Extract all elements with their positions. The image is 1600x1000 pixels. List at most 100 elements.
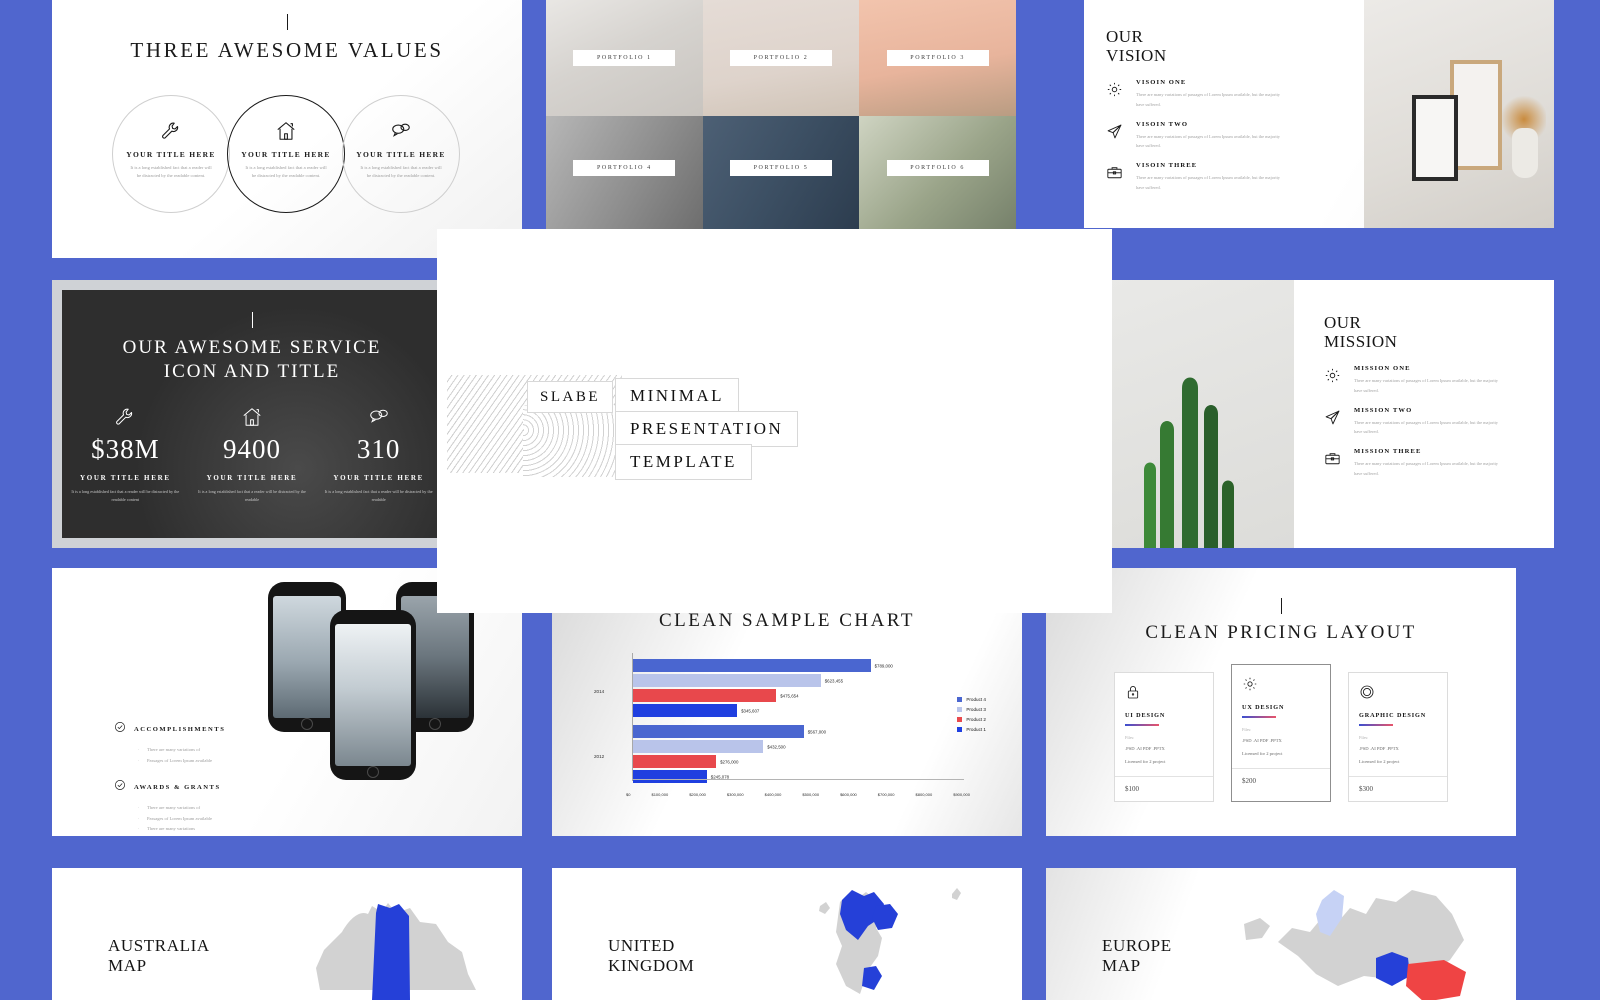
portfolio-grid: PORTFOLIO 1 PORTFOLIO 2 PORTFOLIO 3 PORT… — [546, 0, 1016, 232]
mission-list: MISSION ONE There are many variations of… — [1324, 365, 1536, 478]
portfolio-cell[interactable]: PORTFOLIO 3 — [859, 0, 1016, 116]
title-tick-decoration — [1280, 598, 1282, 614]
page-title: THREE AWESOME VALUES — [130, 38, 444, 62]
awards-heading-row: AWARDS & GRANTS — [114, 778, 334, 796]
accomplishments-content: ACCOMPLISHMENTS There are many variation… — [114, 708, 334, 835]
page-title-line2: MAP — [108, 955, 147, 975]
chart-x-tick: $100,000 — [651, 792, 669, 797]
chart-bar: $567,000 — [633, 725, 826, 738]
europe-map-graphic[interactable] — [1218, 872, 1498, 1000]
vision-item-text: VISOIN THREE There are many variations o… — [1136, 162, 1288, 192]
mission-item-text: MISSION TWO There are many variations of… — [1354, 407, 1506, 437]
legend-item[interactable]: Product 3 — [957, 707, 986, 712]
slide-united-kingdom-map[interactable]: UNITED KINGDOM — [552, 868, 1022, 1000]
pricing-card-name: GRAPHIC DESIGN — [1359, 712, 1427, 719]
home-icon — [275, 118, 297, 144]
portfolio-caption: PORTFOLIO 2 — [729, 50, 832, 66]
page-title: OUR VISION — [1106, 27, 1296, 65]
home-icon — [189, 404, 316, 430]
value-card-1[interactable]: YOUR TITLE HERE It is a long established… — [112, 95, 230, 213]
australia-map-graphic[interactable] — [224, 872, 504, 1000]
portfolio-caption: PORTFOLIO 4 — [573, 160, 676, 176]
slide-our-vision[interactable]: OUR VISION VISOIN ONE There are many var… — [1084, 0, 1554, 228]
chart-bar: $789,000 — [633, 659, 893, 672]
portfolio-cell[interactable]: PORTFOLIO 1 — [546, 0, 703, 116]
check-circle-icon — [114, 720, 126, 738]
title-line-3: TEMPLATE — [615, 444, 752, 480]
portfolio-cell[interactable]: PORTFOLIO 2 — [702, 0, 860, 116]
service-dark-panel: OUR AWESOME SERVICE ICON AND TITLE $38M … — [62, 290, 442, 538]
service-stat-desc: It is a long established fact that a rea… — [71, 488, 180, 502]
brand-name: SLABE — [527, 381, 614, 413]
legend-item[interactable]: Product 1 — [957, 727, 986, 732]
legend-swatch — [957, 717, 963, 722]
list-item: There are many variations of — [138, 745, 334, 756]
vision-item[interactable]: VISOIN TWO There are many variations of … — [1106, 121, 1296, 151]
chart-legend[interactable]: Product 4 Product 3 Product 2 Product 1 — [957, 697, 986, 737]
mission-item[interactable]: MISSION ONE There are many variations of… — [1324, 365, 1536, 395]
pricing-license: Licensed for 2 project — [1359, 759, 1400, 765]
portfolio-cell[interactable]: PORTFOLIO 4 — [546, 116, 703, 232]
slide-our-mission[interactable]: OUR MISSION MISSION ONE There are many v… — [1104, 280, 1554, 548]
service-stat-group: $38M YOUR TITLE HERE It is a long establ… — [62, 404, 442, 505]
service-stat[interactable]: 9400 YOUR TITLE HERE It is a long establ… — [189, 404, 316, 505]
value-card-desc: It is a long established fact that a rea… — [245, 165, 327, 178]
legend-item[interactable]: Product 4 — [957, 697, 986, 702]
paper-plane-icon — [1106, 121, 1126, 151]
value-card-title: YOUR TITLE HERE — [126, 150, 216, 159]
pricing-card-ui-design[interactable]: UI DESIGN Files: .PSD .AI PDF .PPTX Lice… — [1114, 672, 1214, 803]
title-overlay-card[interactable]: SLABE MINIMAL PRESENTATION TEMPLATE — [437, 229, 1112, 613]
mission-item[interactable]: MISSION THREE There are many variations … — [1324, 448, 1536, 478]
pricing-card-name: UX DESIGN — [1242, 704, 1285, 711]
pricing-files-label: Files: — [1242, 727, 1252, 732]
portfolio-cell[interactable]: PORTFOLIO 6 — [859, 116, 1016, 232]
legend-swatch — [957, 727, 963, 732]
slide-our-awesome-service[interactable]: OUR AWESOME SERVICE ICON AND TITLE $38M … — [52, 280, 452, 548]
chart-x-tick: $600,000 — [840, 792, 857, 797]
page-title-line2: VISION — [1106, 45, 1167, 65]
mission-content: OUR MISSION MISSION ONE There are many v… — [1324, 313, 1536, 490]
portfolio-cell[interactable]: PORTFOLIO 5 — [702, 116, 860, 232]
slide-header: THREE AWESOME VALUES — [52, 0, 522, 63]
legend-item[interactable]: Product 2 — [957, 717, 986, 722]
value-card-title: YOUR TITLE HERE — [356, 150, 446, 159]
chart-bar: $475,654 — [633, 689, 799, 702]
chart-bar: $276,000 — [633, 755, 738, 768]
slide-portfolio-grid[interactable]: PORTFOLIO 1 PORTFOLIO 2 PORTFOLIO 3 PORT… — [546, 0, 1016, 232]
slide-australia-map[interactable]: AUSTRALIA MAP — [52, 868, 522, 1000]
chart-bar-label: $345,607 — [741, 708, 760, 713]
gear-icon — [1324, 365, 1344, 395]
vision-item-heading: VISOIN THREE — [1136, 162, 1198, 170]
page-title-line2: MISSION — [1324, 331, 1398, 351]
page-title-line1: UNITED — [608, 936, 675, 955]
vision-item-desc: There are many variations of passages of… — [1136, 133, 1280, 149]
vision-item[interactable]: VISOIN ONE There are many variations of … — [1106, 79, 1296, 109]
slide-three-awesome-values[interactable]: THREE AWESOME VALUES YOUR TITLE HERE It … — [52, 0, 522, 258]
value-card-2[interactable]: YOUR TITLE HERE It is a long established… — [227, 95, 345, 213]
pricing-card-graphic-design[interactable]: GRAPHIC DESIGN Files: .PSD .AI PDF .PPTX… — [1348, 672, 1448, 803]
title-line-2: PRESENTATION — [615, 411, 799, 447]
chart-x-ticks: $0 $100,000 $200,000 $300,000 $400,000 $… — [626, 792, 970, 797]
accomplishments-heading: ACCOMPLISHMENTS — [134, 725, 226, 733]
vision-item-text: VISOIN ONE There are many variations of … — [1136, 79, 1288, 109]
page-title: CLEAN PRICING LAYOUT — [1145, 622, 1417, 643]
mission-item-heading: MISSION THREE — [1354, 448, 1422, 456]
briefcase-icon — [1106, 162, 1126, 192]
mission-item-text: MISSION THREE There are many variations … — [1354, 448, 1506, 478]
united-kingdom-map-graphic[interactable] — [724, 872, 1004, 1000]
mission-item[interactable]: MISSION TWO There are many variations of… — [1324, 407, 1536, 437]
portfolio-caption: PORTFOLIO 3 — [886, 50, 989, 66]
vision-item[interactable]: VISOIN THREE There are many variations o… — [1106, 162, 1296, 192]
slide-europe-map[interactable]: EUROPE MAP — [1046, 868, 1516, 1000]
page-title-line1: OUR AWESOME SERVICE — [122, 337, 382, 358]
pricing-card-ux-design[interactable]: UX DESIGN Files: .PSD .AI PDF .PPTX Lice… — [1231, 664, 1331, 803]
chart-x-tick: $700,000 — [877, 792, 895, 797]
slide-clean-pricing-layout[interactable]: CLEAN PRICING LAYOUT UI DESIGN Files: .P… — [1046, 568, 1516, 836]
service-stat-number: $38M — [91, 433, 160, 464]
accomplishments-heading-row: ACCOMPLISHMENTS — [114, 720, 334, 738]
service-stat[interactable]: 310 YOUR TITLE HERE It is a long establi… — [315, 404, 442, 505]
service-stat-desc: It is a long established fact that a rea… — [324, 488, 433, 502]
value-card-3[interactable]: YOUR TITLE HERE It is a long established… — [342, 95, 460, 213]
service-stat[interactable]: $38M YOUR TITLE HERE It is a long establ… — [62, 404, 189, 505]
vision-item-desc: There are many variations of passages of… — [1136, 92, 1280, 107]
